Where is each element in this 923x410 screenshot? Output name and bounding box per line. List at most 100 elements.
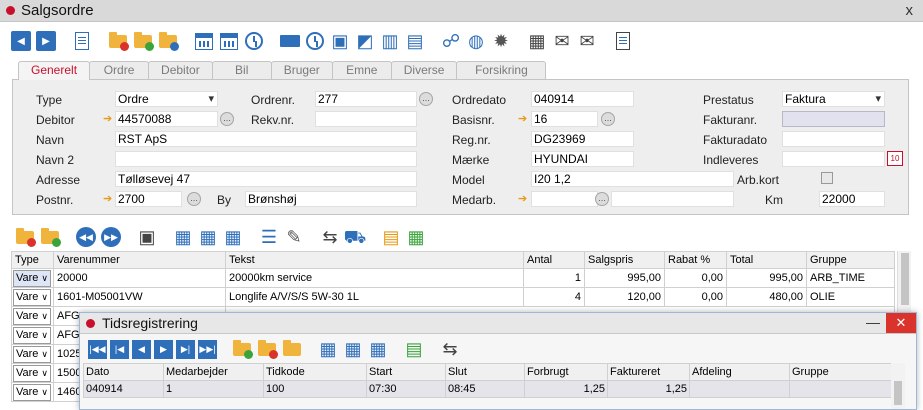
indleveres-field[interactable] <box>782 151 885 167</box>
gruppe-cell[interactable]: OLIE <box>806 287 895 307</box>
line-type-select[interactable]: Vare <box>13 326 51 344</box>
basisnr-arrow-icon[interactable]: ➔ <box>518 114 530 125</box>
transfer-button[interactable]: ⇆ <box>439 338 461 360</box>
line-type-select[interactable]: Vare <box>13 307 51 325</box>
prestatus-select[interactable]: Faktura <box>782 91 885 107</box>
total-cell[interactable]: 480,00 <box>726 287 807 307</box>
delivery-button[interactable] <box>279 30 301 52</box>
camera-button[interactable]: ▣ <box>329 30 351 52</box>
messages-button[interactable]: ▤ <box>404 30 426 52</box>
column-header[interactable]: Varenummer <box>53 251 226 269</box>
column-header[interactable]: Salgspris <box>584 251 665 269</box>
column-header[interactable]: Gruppe <box>806 251 895 269</box>
scrollbar-thumb[interactable] <box>894 381 902 405</box>
faktureret-cell[interactable]: 1,25 <box>607 380 690 398</box>
dato-cell[interactable]: 040914 <box>83 380 164 398</box>
next-record-button[interactable]: ▶ <box>154 339 173 359</box>
gruppe-cell[interactable]: ARB_TIME <box>806 268 895 288</box>
column-header[interactable]: Gruppe <box>789 363 892 381</box>
new-order-button[interactable] <box>132 30 154 52</box>
column-header[interactable]: Total <box>726 251 807 269</box>
column-header[interactable]: Forbrugt <box>524 363 608 381</box>
history-button[interactable] <box>304 30 326 52</box>
share-order-button[interactable] <box>157 30 179 52</box>
antal-cell[interactable]: 4 <box>523 287 585 307</box>
ordredato-field[interactable]: 040914 <box>531 91 634 107</box>
table-row[interactable]: Vare 20000 20000km service 1 995,00 0,00… <box>11 268 895 288</box>
email-button[interactable]: ✉ <box>551 30 573 52</box>
column-header[interactable]: Tidkode <box>263 363 367 381</box>
tab-diverse[interactable]: Diverse <box>390 61 458 79</box>
new-time-button[interactable] <box>281 338 303 360</box>
medarbejder-cell[interactable]: 1 <box>163 380 264 398</box>
antal-cell[interactable]: 1 <box>523 268 585 288</box>
time-button[interactable] <box>243 30 265 52</box>
basisnr-lookup-icon[interactable]: … <box>601 112 615 126</box>
forbrugt-cell[interactable]: 1,25 <box>524 380 608 398</box>
calendar-picker-icon[interactable]: 10 <box>887 151 903 166</box>
scrollbar-thumb[interactable] <box>901 253 909 305</box>
postnr-lookup-icon[interactable]: … <box>187 192 201 206</box>
refresh-table-button[interactable]: ▦ <box>405 226 427 248</box>
delete-line-button[interactable] <box>14 226 36 248</box>
medarb-name-field[interactable] <box>611 191 734 207</box>
model-field[interactable]: I20 1,2 <box>531 171 734 187</box>
debitor-arrow-icon[interactable]: ➔ <box>103 114 115 125</box>
varenummer-cell[interactable]: 20000 <box>53 268 226 288</box>
line-type-select[interactable]: Vare <box>13 269 51 287</box>
start-cell[interactable]: 07:30 <box>366 380 446 398</box>
column-header[interactable]: Tekst <box>225 251 524 269</box>
last-line-button[interactable]: ▶▶ <box>100 226 122 248</box>
previous-record-button[interactable]: ◀ <box>10 30 32 52</box>
line-type-select[interactable]: Vare <box>13 288 51 306</box>
debitor-field[interactable]: 44570088 <box>115 111 218 127</box>
cart-button[interactable]: ⛟ <box>344 226 367 248</box>
by-field[interactable]: Brønshøj <box>245 191 417 207</box>
maerke-field[interactable]: HYUNDAI <box>531 151 634 167</box>
column-header[interactable]: Type <box>11 251 54 269</box>
column-header[interactable]: Antal <box>523 251 585 269</box>
line-type-select[interactable]: Vare <box>13 345 51 363</box>
calendar-button[interactable] <box>193 30 215 52</box>
adresse-field[interactable]: Tølløsevej 47 <box>115 171 417 187</box>
email-contact-button[interactable]: ✉ <box>576 30 598 52</box>
table-row[interactable]: Vare 1601-M05001VW Longlife A/V/S/S 5W-3… <box>11 287 895 307</box>
table-link-button[interactable]: ▦ <box>342 338 364 360</box>
tekst-cell[interactable]: 20000km service <box>225 268 524 288</box>
tab-forsikring[interactable]: Forsikring <box>456 61 547 79</box>
hierarchy-button[interactable]: ☰ <box>258 226 280 248</box>
table-new-button[interactable]: ▦ <box>222 226 244 248</box>
table-view-button[interactable]: ▦ <box>172 226 194 248</box>
settings-button[interactable]: ✹ <box>490 30 512 52</box>
web-button[interactable]: ◍ <box>465 30 487 52</box>
medarb-field[interactable] <box>531 191 598 207</box>
medarb-lookup-icon[interactable]: … <box>595 192 609 206</box>
search-document-button[interactable] <box>71 30 93 52</box>
tab-bil[interactable]: Bil <box>211 61 272 79</box>
last-record-button[interactable]: ▶▶| <box>198 339 217 359</box>
salgspris-cell[interactable]: 120,00 <box>584 287 665 307</box>
delete-order-button[interactable] <box>107 30 129 52</box>
column-header[interactable]: Medarbejder <box>163 363 264 381</box>
archive-button[interactable]: ▥ <box>379 30 401 52</box>
line-type-select[interactable]: Vare <box>13 364 51 382</box>
column-header[interactable]: Start <box>366 363 446 381</box>
statistics-button[interactable]: ◩ <box>354 30 376 52</box>
tools-button[interactable]: ✎ <box>283 226 305 248</box>
rabat-cell[interactable]: 0,00 <box>664 287 727 307</box>
table-link-button[interactable]: ▦ <box>197 226 219 248</box>
window-close-button[interactable]: x <box>906 2 914 19</box>
tab-ordre[interactable]: Ordre <box>89 61 150 79</box>
time-scrollbar[interactable] <box>891 363 905 409</box>
navn2-field[interactable] <box>115 151 417 167</box>
type-select[interactable]: Ordre <box>115 91 218 107</box>
ordrenr-lookup-icon[interactable]: … <box>419 92 433 106</box>
column-header[interactable]: Rabat % <box>664 251 727 269</box>
calendar-new-button[interactable] <box>218 30 240 52</box>
document-button[interactable] <box>612 30 634 52</box>
navn-field[interactable]: RST ApS <box>115 131 417 147</box>
line-type-select[interactable]: Vare <box>13 383 51 401</box>
medarb-arrow-icon[interactable]: ➔ <box>518 194 530 205</box>
column-header[interactable]: Dato <box>83 363 164 381</box>
next-page-button[interactable]: ▶| <box>176 339 195 359</box>
